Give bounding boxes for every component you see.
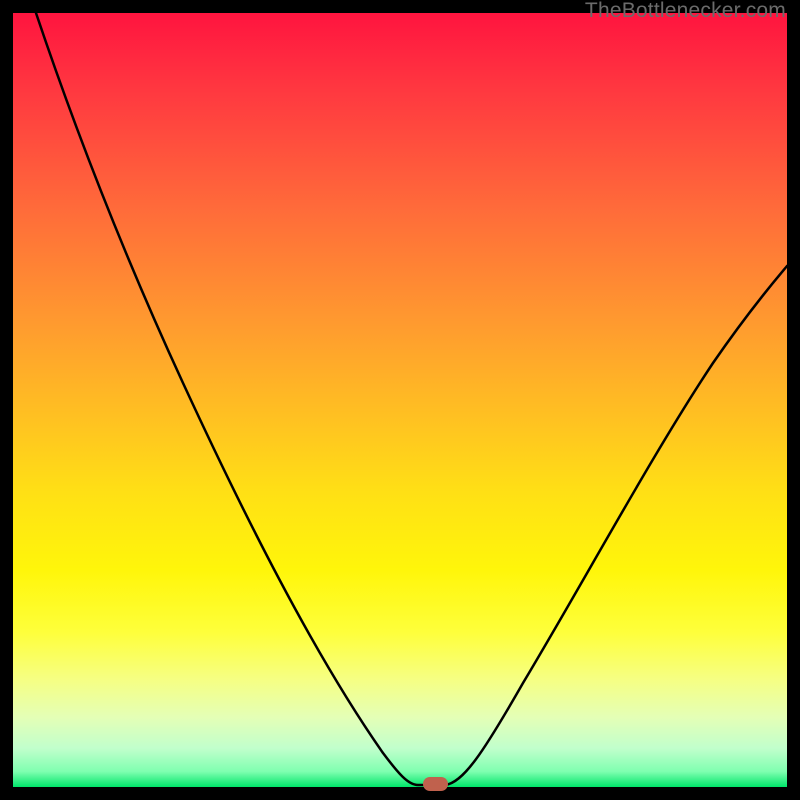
bottleneck-curve [36,13,787,785]
plot-area [13,13,787,787]
bottleneck-chart: TheBottlenecker.com [0,0,800,800]
curve-layer [13,13,787,787]
optimal-marker [423,777,448,791]
watermark-label: TheBottlenecker.com [585,0,786,22]
